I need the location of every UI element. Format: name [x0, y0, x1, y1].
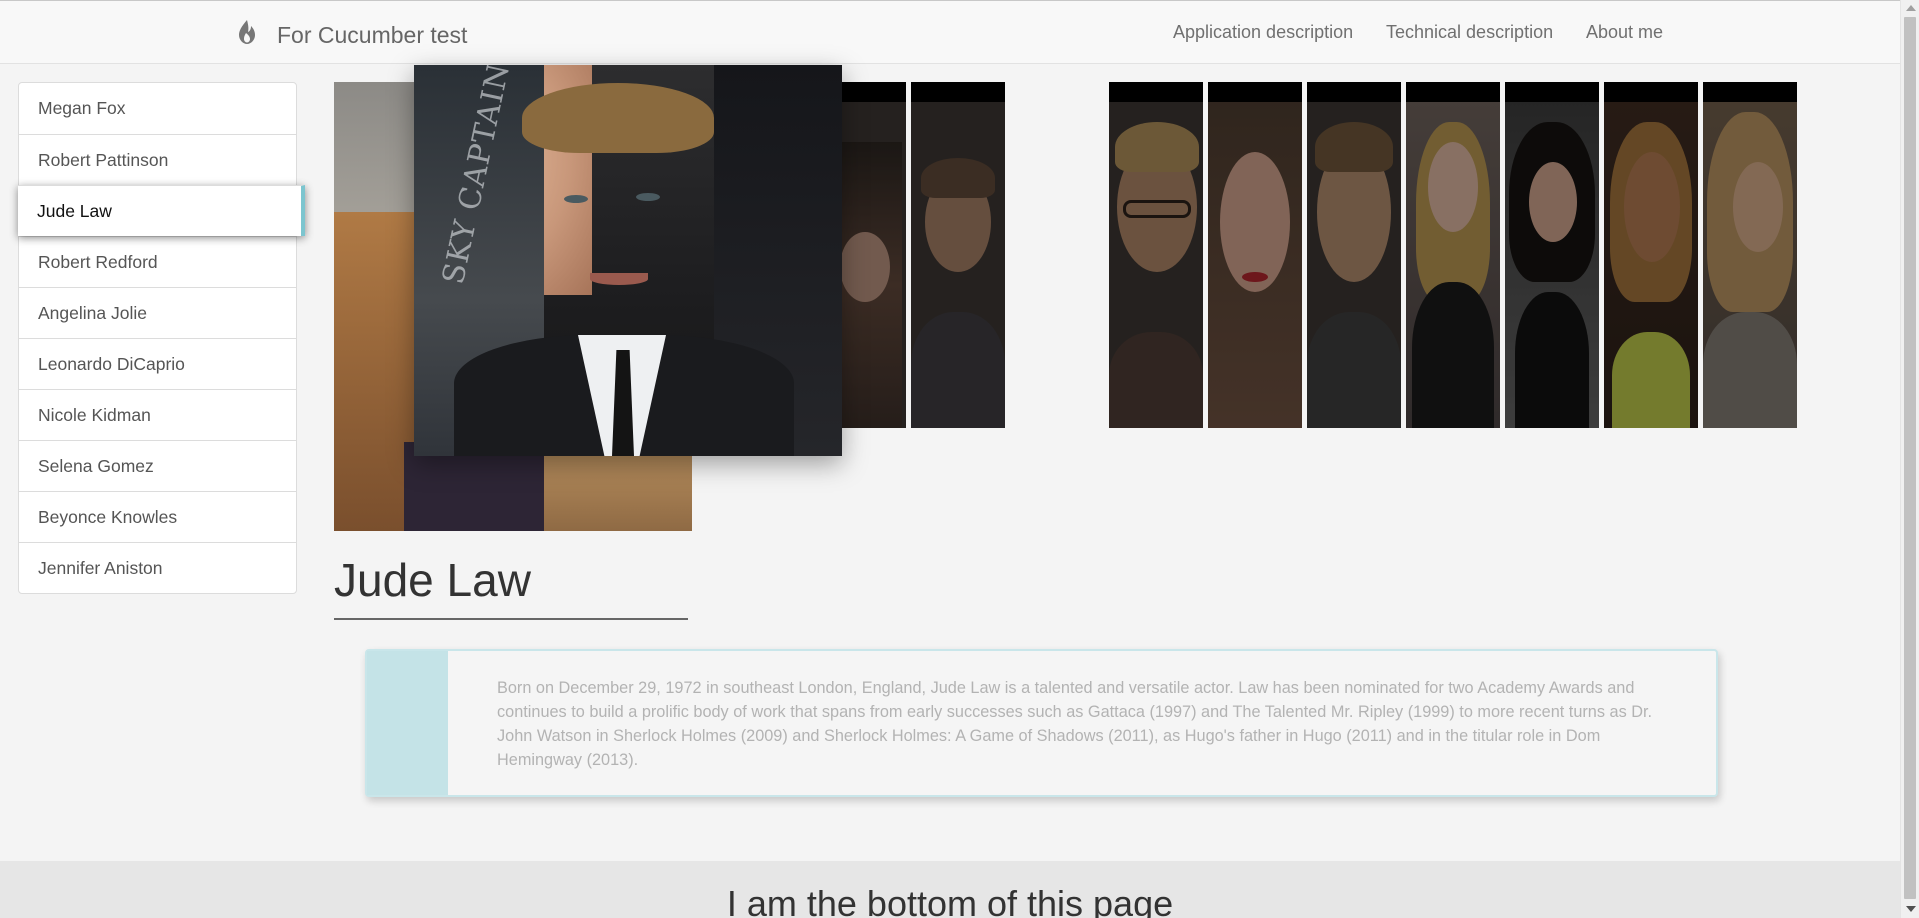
- brand-title[interactable]: For Cucumber test: [277, 22, 467, 49]
- actor-item-leonardo-dicaprio[interactable]: Leonardo DiCaprio: [19, 338, 296, 389]
- nav-link-about-me[interactable]: About me: [1586, 22, 1663, 43]
- actor-item-megan-fox[interactable]: Megan Fox: [19, 83, 296, 134]
- description-text: Born on December 29, 1972 in southeast L…: [497, 679, 1653, 769]
- nav-link-application-description[interactable]: Application description: [1173, 22, 1353, 43]
- top-navbar: For Cucumber test Application descriptio…: [0, 0, 1900, 64]
- footer-text: I am the bottom of this page: [726, 883, 1174, 918]
- description-accent-bar: [367, 651, 448, 795]
- photo-angelina-jolie[interactable]: [1208, 82, 1302, 428]
- photo-beyonce-knowles[interactable]: [1604, 82, 1698, 428]
- actor-item-robert-redford[interactable]: Robert Redford: [19, 236, 296, 287]
- flame-icon: [239, 20, 255, 44]
- scroll-down-arrow-icon[interactable]: [1906, 906, 1916, 912]
- actor-item-selena-gomez[interactable]: Selena Gomez: [19, 440, 296, 491]
- actor-item-angelina-jolie[interactable]: Angelina Jolie: [19, 287, 296, 338]
- actor-item-beyonce-knowles[interactable]: Beyonce Knowles: [19, 491, 296, 542]
- actor-item-jennifer-aniston[interactable]: Jennifer Aniston: [19, 542, 296, 593]
- actor-item-robert-pattinson[interactable]: Robert Pattinson: [19, 134, 296, 185]
- description-panel: Born on December 29, 1972 in southeast L…: [365, 649, 1718, 797]
- actor-item-jude-law[interactable]: Jude Law: [18, 185, 305, 236]
- nav-link-technical-description[interactable]: Technical description: [1386, 22, 1553, 43]
- photo-robert-redford[interactable]: [1109, 82, 1203, 428]
- photo-leonardo-dicaprio[interactable]: [1307, 82, 1401, 428]
- scroll-up-arrow-icon[interactable]: [1906, 5, 1916, 11]
- photo-nicole-kidman[interactable]: [1406, 82, 1500, 428]
- photo-robert-pattinson[interactable]: [911, 82, 1005, 428]
- photo-jennifer-aniston[interactable]: [1703, 82, 1797, 428]
- vertical-scrollbar[interactable]: [1900, 0, 1919, 918]
- scrollbar-thumb[interactable]: [1904, 17, 1916, 899]
- title-divider: [334, 618, 688, 620]
- page-footer: I am the bottom of this page: [0, 861, 1900, 918]
- actor-list: Megan Fox Robert Pattinson Jude Law Robe…: [18, 82, 305, 594]
- actor-item-nicole-kidman[interactable]: Nicole Kidman: [19, 389, 296, 440]
- person-title: Jude Law: [334, 554, 531, 606]
- photo-selena-gomez[interactable]: [1505, 82, 1599, 428]
- photo-jude-law-hover[interactable]: SKY CAPTAIN: [414, 65, 842, 456]
